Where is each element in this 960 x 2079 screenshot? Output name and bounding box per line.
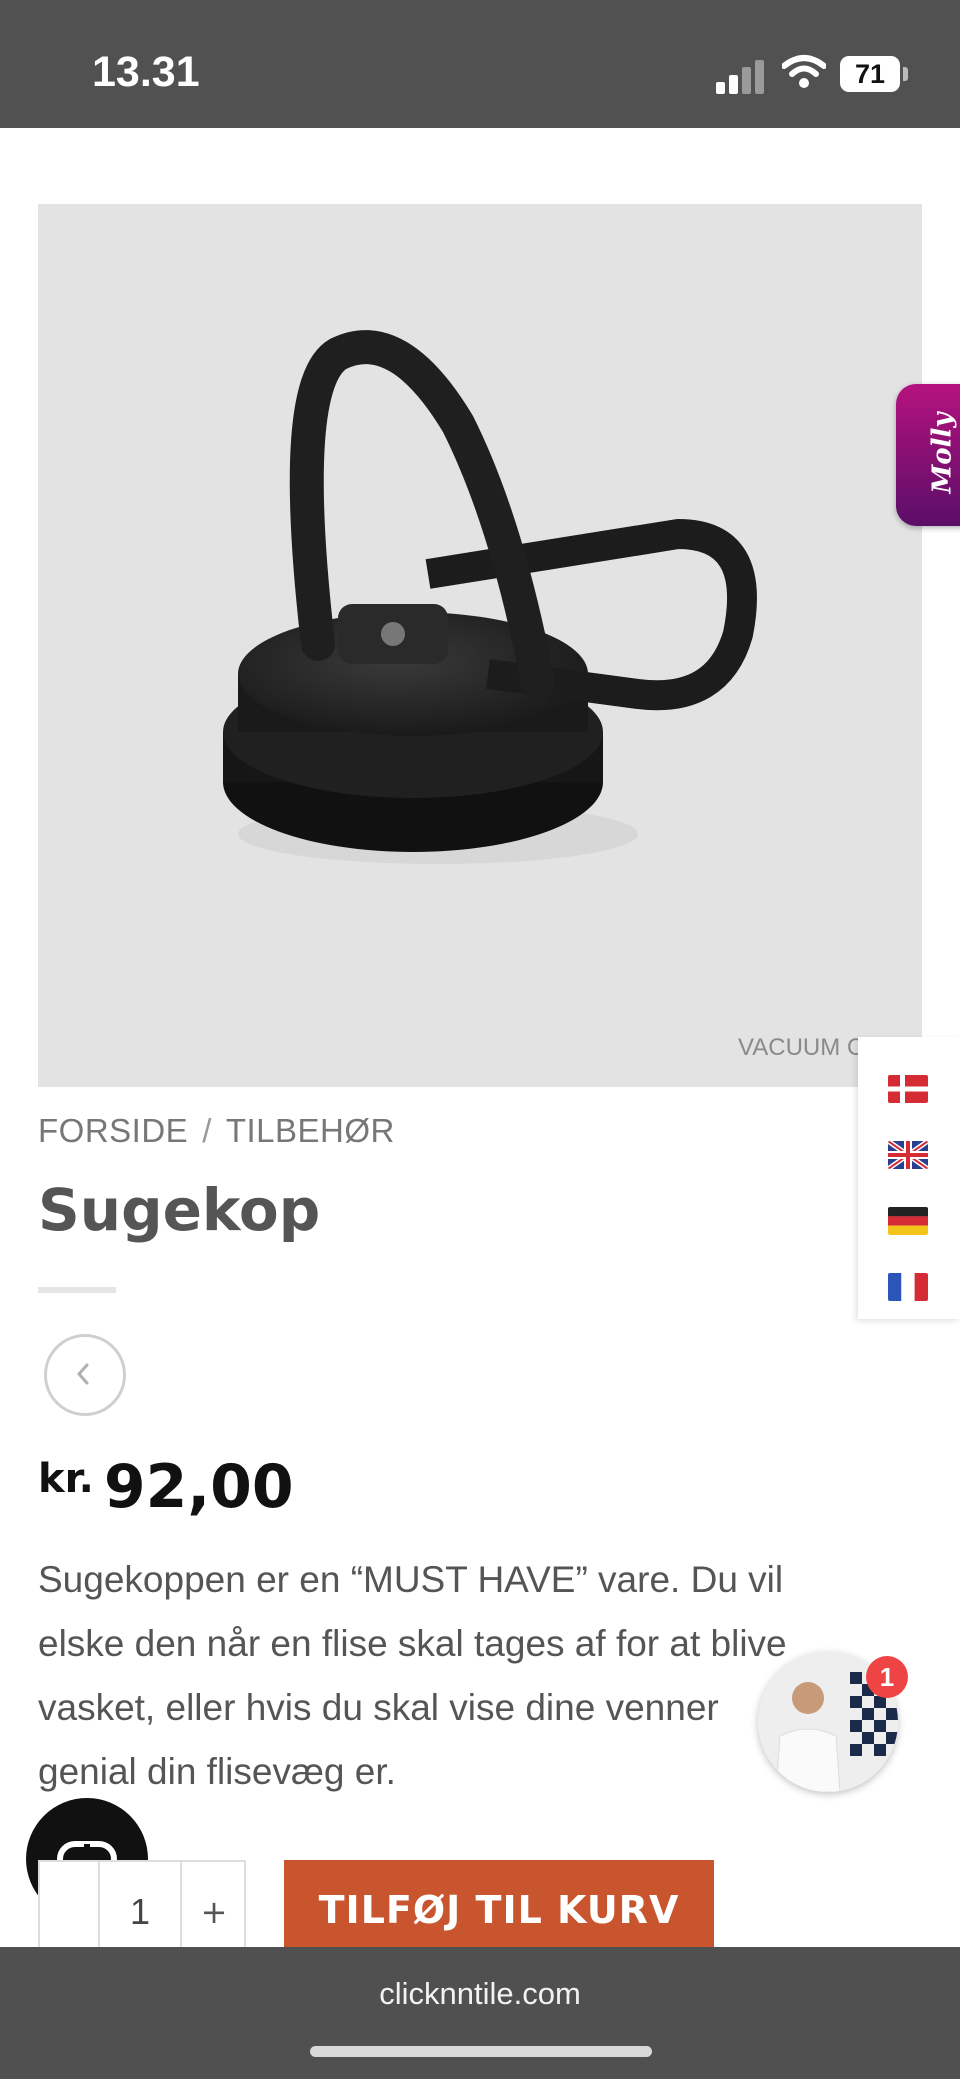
url-bar[interactable]: clicknntile.com <box>0 1976 960 2012</box>
home-indicator[interactable] <box>310 2046 652 2057</box>
add-to-cart-button[interactable]: TILFØJ TIL KURV <box>284 1860 714 1960</box>
breadcrumb: FORSIDE / TILBEHØR <box>38 1112 395 1150</box>
product-description: Sugekoppen er en “MUST HAVE” vare. Du vi… <box>38 1548 858 1804</box>
english-flag-icon[interactable] <box>888 1141 928 1169</box>
signal-icon <box>716 58 766 94</box>
danish-flag-icon[interactable] <box>888 1075 928 1103</box>
molly-tab[interactable]: Molly <box>896 384 960 526</box>
product-price: kr. 92,00 <box>38 1452 294 1522</box>
price-currency: kr. <box>38 1456 94 1502</box>
suction-cup-illustration <box>223 330 757 864</box>
previous-product-button[interactable] <box>44 1334 126 1416</box>
product-title: Sugekop <box>38 1176 321 1244</box>
product-image[interactable] <box>38 204 922 1087</box>
breadcrumb-category[interactable]: TILBEHØR <box>226 1112 395 1149</box>
status-time: 13.31 <box>92 48 200 96</box>
chat-notification-badge: 1 <box>866 1656 908 1698</box>
description-line: elske den når en flise skal tages af for… <box>38 1623 787 1664</box>
breadcrumb-separator: / <box>202 1112 212 1149</box>
molly-label: Molly <box>927 412 958 494</box>
language-switcher <box>858 1037 960 1319</box>
price-amount: 92,00 <box>103 1452 294 1522</box>
breadcrumb-home[interactable]: FORSIDE <box>38 1112 188 1149</box>
battery-icon: 71 <box>840 56 900 92</box>
description-line: vasket, eller hvis du skal vise dine ven… <box>38 1687 719 1728</box>
description-line: Sugekoppen er en “MUST HAVE” vare. Du vi… <box>38 1559 784 1600</box>
chevron-left-icon <box>76 1363 89 1385</box>
wifi-icon <box>782 55 826 88</box>
status-bar: 13.31 71 <box>0 0 960 128</box>
browser-bar <box>0 1947 960 2079</box>
french-flag-icon[interactable] <box>888 1273 928 1301</box>
title-divider <box>38 1287 116 1293</box>
battery-tip <box>903 67 908 81</box>
german-flag-icon[interactable] <box>888 1207 928 1235</box>
description-line: genial din flisevæg er. <box>38 1751 396 1792</box>
image-caption: VACUUM C <box>738 1034 865 1061</box>
